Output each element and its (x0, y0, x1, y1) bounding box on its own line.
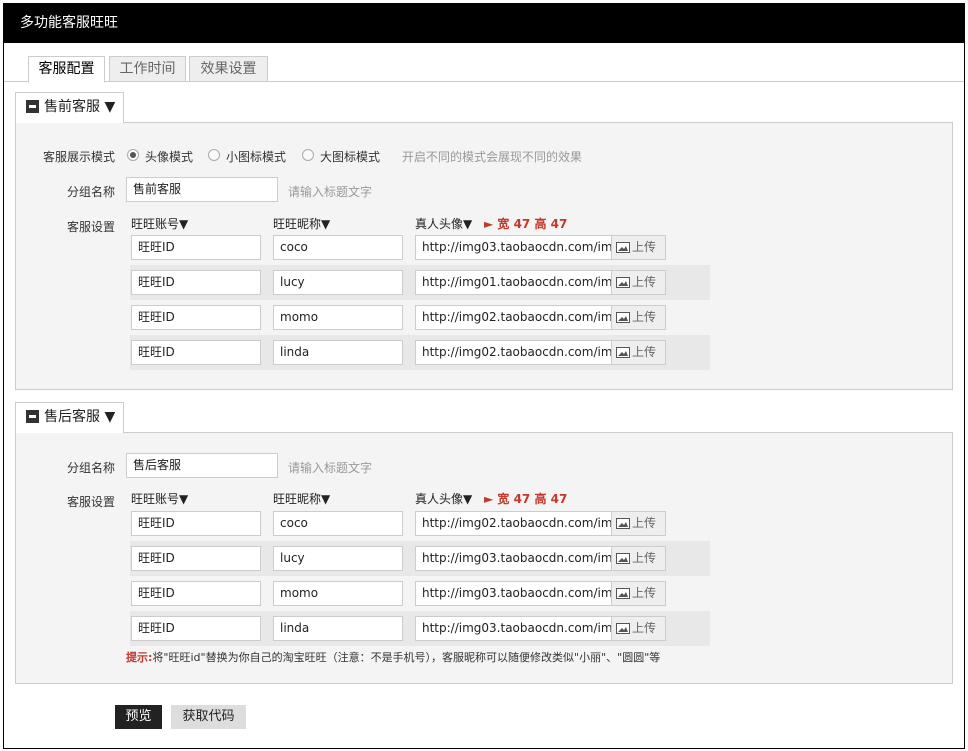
image-icon (616, 347, 630, 358)
avatar-url-input[interactable]: http://img03.taobaocdn.com/img (415, 235, 612, 260)
group-name-label: 分组名称 (67, 185, 116, 199)
account-input[interactable]: 旺旺ID (131, 581, 261, 606)
upload-button[interactable]: 上传 (611, 546, 666, 571)
nick-input[interactable]: linda (273, 340, 403, 365)
nick-input[interactable]: coco (273, 235, 403, 260)
mode-avatar-radio[interactable] (127, 149, 139, 161)
nick-input[interactable]: lucy (273, 270, 403, 295)
account-input[interactable]: 旺旺ID (131, 270, 261, 295)
display-mode-label: 客服展示模式 (43, 150, 116, 164)
preview-button[interactable]: 预览 (115, 705, 162, 729)
upload-label: 上传 (632, 310, 657, 324)
image-icon (616, 242, 630, 253)
col-account-header[interactable]: 旺旺账号▼ (131, 490, 188, 507)
presale-legend-label: 售前客服 ▼ (44, 99, 116, 115)
get-code-button[interactable]: 获取代码 (171, 705, 246, 729)
image-icon (616, 312, 630, 323)
presale-group-name-input[interactable]: 售前客服 (126, 177, 278, 202)
upload-label: 上传 (632, 551, 657, 565)
aftersale-group-name-input[interactable]: 售后客服 (126, 453, 278, 478)
upload-label: 上传 (632, 516, 657, 530)
mode-large-icon-label: 大图标模式 (320, 150, 381, 164)
tab-service-config[interactable]: 客服配置 (28, 56, 105, 83)
col-avatar-header[interactable]: 真人头像▼ (415, 490, 472, 507)
nick-input[interactable]: momo (273, 581, 403, 606)
mode-avatar-label: 头像模式 (145, 150, 194, 164)
account-input[interactable]: 旺旺ID (131, 546, 261, 571)
collapse-icon (26, 100, 39, 113)
tab-bar: 客服配置 工作时间 效果设置 (4, 56, 964, 83)
account-input[interactable]: 旺旺ID (131, 235, 261, 260)
window-title: 多功能客服旺旺 (4, 4, 964, 43)
avatar-size-hint: ► 宽 47 高 47 (484, 492, 568, 506)
upload-button[interactable]: 上传 (611, 581, 666, 606)
nick-input[interactable]: momo (273, 305, 403, 330)
col-nick-header[interactable]: 旺旺昵称▼ (273, 490, 330, 507)
aftersale-legend-label: 售后客服 ▼ (44, 409, 116, 425)
account-input[interactable]: 旺旺ID (131, 511, 261, 536)
tip-text: 提示:将"旺旺id"替换为你自己的淘宝旺旺（注意：不是手机号），客服昵称可以随便… (126, 649, 660, 665)
group-name-label: 分组名称 (67, 461, 116, 475)
account-input[interactable]: 旺旺ID (131, 305, 261, 330)
collapse-icon (26, 410, 39, 423)
account-input[interactable]: 旺旺ID (131, 616, 261, 641)
mode-hint: 开启不同的模式会展现不同的效果 (402, 150, 583, 164)
upload-button[interactable]: 上传 (611, 270, 666, 295)
image-icon (616, 518, 630, 529)
mode-large-icon-radio[interactable] (302, 149, 314, 161)
avatar-url-input[interactable]: http://img02.taobaocdn.com/img (415, 511, 612, 536)
upload-label: 上传 (632, 345, 657, 359)
upload-label: 上传 (632, 240, 657, 254)
presale-legend[interactable]: 售前客服 ▼ (15, 92, 125, 123)
avatar-url-input[interactable]: http://img02.taobaocdn.com/img (415, 340, 612, 365)
group-name-hint: 请输入标题文字 (288, 185, 373, 199)
account-input[interactable]: 旺旺ID (131, 340, 261, 365)
image-icon (616, 277, 630, 288)
image-icon (616, 623, 630, 634)
upload-label: 上传 (632, 621, 657, 635)
mode-small-icon-radio[interactable] (208, 149, 220, 161)
tab-effect-settings[interactable]: 效果设置 (189, 56, 268, 82)
upload-button[interactable]: 上传 (611, 616, 666, 641)
service-settings-label: 客服设置 (67, 220, 116, 234)
image-icon (616, 553, 630, 564)
avatar-url-input[interactable]: http://img01.taobaocdn.com/img (415, 270, 612, 295)
avatar-url-input[interactable]: http://img03.taobaocdn.com/img (415, 616, 612, 641)
upload-button[interactable]: 上传 (611, 305, 666, 330)
image-icon (616, 588, 630, 599)
tab-work-time[interactable]: 工作时间 (109, 56, 186, 82)
upload-button[interactable]: 上传 (611, 235, 666, 260)
service-settings-label: 客服设置 (67, 495, 116, 509)
group-name-hint: 请输入标题文字 (288, 461, 373, 475)
avatar-url-input[interactable]: http://img02.taobaocdn.com/img (415, 305, 612, 330)
nick-input[interactable]: lucy (273, 546, 403, 571)
app-window: 多功能客服旺旺 客服配置 工作时间 效果设置 售前客服 ▼ 客服展示模式 头像模… (3, 3, 965, 749)
tip-content: 将"旺旺id"替换为你自己的淘宝旺旺（注意：不是手机号），客服昵称可以随便修改类… (152, 651, 661, 664)
nick-input[interactable]: linda (273, 616, 403, 641)
upload-label: 上传 (632, 275, 657, 289)
upload-button[interactable]: 上传 (611, 511, 666, 536)
nick-input[interactable]: coco (273, 511, 403, 536)
aftersale-legend[interactable]: 售后客服 ▼ (15, 402, 125, 433)
upload-button[interactable]: 上传 (611, 340, 666, 365)
tip-label: 提示: (126, 651, 153, 664)
avatar-url-input[interactable]: http://img03.taobaocdn.com/img (415, 581, 612, 606)
mode-small-icon-label: 小图标模式 (226, 150, 287, 164)
avatar-url-input[interactable]: http://img03.taobaocdn.com/img (415, 546, 612, 571)
upload-label: 上传 (632, 586, 657, 600)
